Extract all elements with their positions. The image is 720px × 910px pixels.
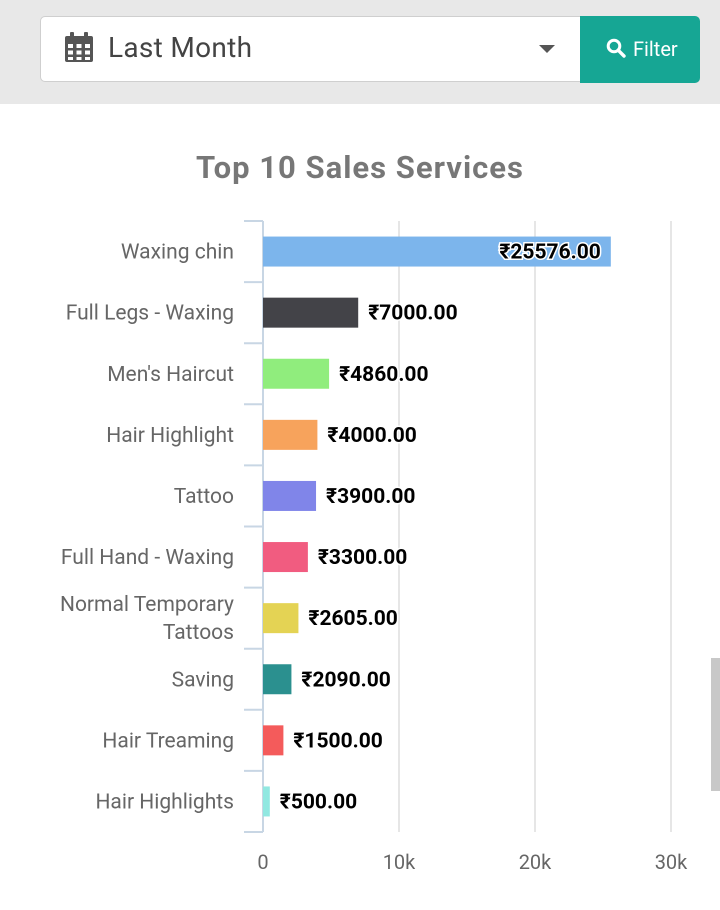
x-tick-label: 20k xyxy=(519,850,552,874)
data-label: ₹25576.00 xyxy=(499,241,600,265)
bar[interactable] xyxy=(263,297,359,328)
data-label: ₹4860.00 xyxy=(339,363,428,387)
bar[interactable] xyxy=(263,358,330,389)
data-label: ₹3900.00 xyxy=(326,485,415,509)
data-label: ₹2605.00 xyxy=(308,607,397,631)
data-label: ₹3300.00 xyxy=(318,546,407,570)
bar[interactable] xyxy=(263,480,317,511)
period-select[interactable]: Last Month xyxy=(40,16,582,82)
chevron-down-icon xyxy=(539,45,555,53)
x-tick-label: 30k xyxy=(655,850,688,874)
filter-bar: Last Month Filter xyxy=(0,0,720,104)
category-label: Full Legs - Waxing xyxy=(66,302,234,326)
chart-title: Top 10 Sales Services xyxy=(196,149,524,186)
category-label: Waxing chin xyxy=(121,241,234,265)
category-label: Hair Treaming xyxy=(102,729,234,753)
category-label: Saving xyxy=(172,668,234,692)
bar[interactable] xyxy=(263,664,292,695)
calendar-icon xyxy=(65,32,93,62)
period-select-value: Last Month xyxy=(108,31,253,64)
search-icon xyxy=(606,38,626,58)
data-label: ₹2090.00 xyxy=(301,668,390,692)
sales-bar-chart: Top 10 Sales Services Waxing chin ₹25576.… xyxy=(60,149,688,874)
category-label: Normal Temporary Tattoos xyxy=(60,593,234,645)
bar[interactable] xyxy=(263,419,318,450)
category-label: Hair Highlights xyxy=(95,790,234,814)
bar[interactable] xyxy=(263,542,308,573)
chart-panel: Top 10 Sales Services Waxing chin ₹25576.… xyxy=(0,104,720,906)
filter-button-label: Filter xyxy=(633,37,678,61)
bar[interactable] xyxy=(263,786,270,817)
x-tick-label: 0 xyxy=(257,850,268,874)
category-label: Full Hand - Waxing xyxy=(61,546,234,570)
bar[interactable] xyxy=(263,603,299,634)
filter-button[interactable]: Filter xyxy=(580,16,700,83)
data-label: ₹4000.00 xyxy=(327,424,416,448)
data-label: ₹1500.00 xyxy=(293,729,382,753)
data-label: ₹7000.00 xyxy=(368,302,457,326)
category-label: Hair Highlight xyxy=(106,424,234,448)
category-label: Men's Haircut xyxy=(107,363,234,387)
scrollbar[interactable] xyxy=(711,658,720,791)
x-tick-label: 10k xyxy=(383,850,416,874)
data-label: ₹500.00 xyxy=(280,790,357,814)
bar[interactable] xyxy=(263,725,284,756)
category-label: Tattoo xyxy=(174,485,234,509)
